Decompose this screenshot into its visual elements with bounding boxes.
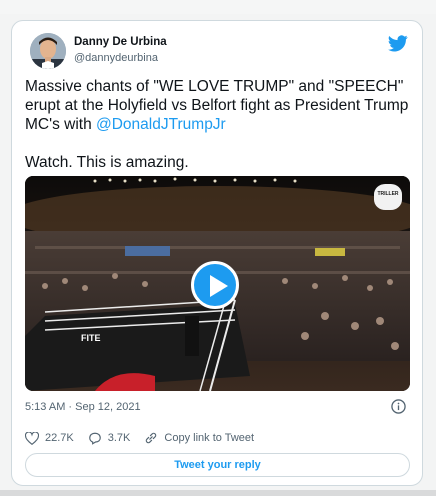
tweet-actions: 22.7K 3.7K Copy link to Tweet [25, 429, 268, 447]
video-thumbnail[interactable]: FITE TRILLER [25, 176, 410, 391]
logo-text: TRILLER [377, 191, 399, 197]
reply-icon [88, 432, 101, 445]
ring-text: FITE [81, 333, 101, 343]
triller-logo: TRILLER [374, 184, 402, 210]
play-button[interactable] [191, 261, 239, 309]
tweet-body-watch: Watch. This is amazing. [25, 154, 189, 171]
bottom-strip [0, 490, 436, 496]
twitter-bird-icon[interactable] [388, 35, 408, 52]
copy-link-label: Copy link to Tweet [164, 432, 255, 444]
copy-link-action[interactable]: Copy link to Tweet [144, 431, 254, 445]
tweet-body: Massive chants of "WE LOVE TRUMP" and "S… [25, 77, 415, 134]
like-count: 22.7K [45, 432, 74, 444]
tweet-your-reply-button[interactable]: Tweet your reply [25, 453, 410, 477]
tweet-card: Danny De Urbina @dannydeurbina Massive c… [11, 20, 423, 486]
avatar-image [30, 33, 66, 69]
tweet-text: Massive chants of "WE LOVE TRUMP" and "S… [25, 77, 415, 172]
reply-count: 3.7K [107, 432, 131, 444]
author-name[interactable]: Danny De Urbina [74, 36, 167, 48]
author-handle[interactable]: @dannydeurbina [74, 52, 158, 64]
avatar[interactable] [30, 33, 66, 69]
reply-action[interactable]: 3.7K [88, 432, 131, 445]
link-icon [146, 432, 157, 444]
mention-link[interactable]: @DonaldJTrumpJr [96, 116, 226, 133]
top-strip [0, 0, 436, 14]
play-icon [210, 275, 228, 297]
like-button[interactable]: 22.7K [25, 431, 74, 445]
tweet-timestamp[interactable]: 5:13 AM · Sep 12, 2021 [25, 401, 141, 413]
info-icon[interactable] [391, 399, 406, 414]
heart-icon [25, 431, 39, 445]
